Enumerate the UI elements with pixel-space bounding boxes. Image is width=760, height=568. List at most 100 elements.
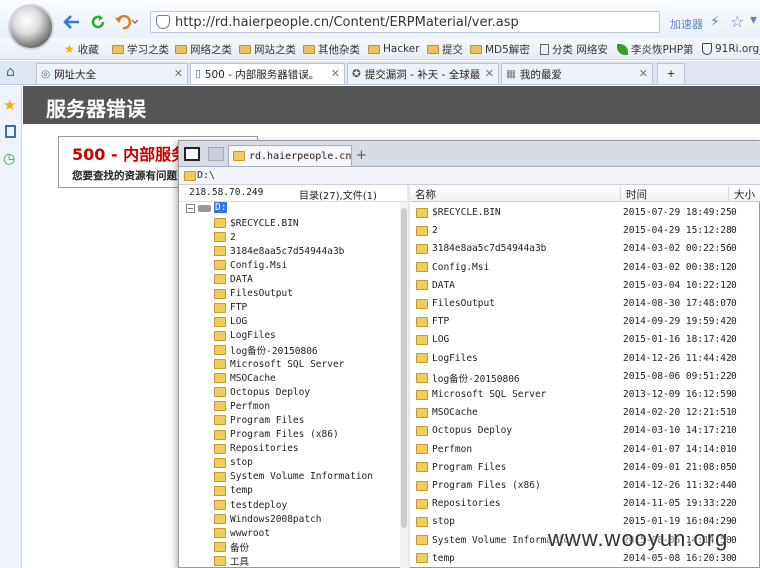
close-icon[interactable]: ✕ bbox=[174, 67, 183, 80]
tree-item[interactable]: Windows2008patch bbox=[214, 512, 322, 526]
bookmark-folder[interactable]: 其他杂类 bbox=[303, 41, 360, 57]
tree-item[interactable]: FTP bbox=[214, 301, 247, 315]
file-time: 2014-01-07 14:14:01 bbox=[623, 443, 732, 455]
address-bar[interactable]: http://rd.haierpeople.cn/Content/ERPMate… bbox=[150, 11, 660, 33]
tree-item[interactable]: Program Files (x86) bbox=[214, 428, 339, 442]
file-size: 0 bbox=[731, 552, 737, 564]
file-row[interactable]: Octopus Deploy 2014-03-10 14:17:21 0 bbox=[414, 422, 760, 440]
file-row[interactable]: Repositories 2014-11-05 19:33:22 0 bbox=[414, 495, 760, 513]
undo-button[interactable] bbox=[112, 10, 140, 34]
tree-item[interactable]: Program Files bbox=[214, 413, 304, 427]
tree-item[interactable]: Repositories bbox=[214, 442, 299, 456]
bookmark-link[interactable]: 李炎恢PHP第 bbox=[617, 41, 694, 57]
avatar[interactable] bbox=[8, 4, 54, 50]
file-row[interactable]: Perfmon 2014-01-07 14:14:01 0 bbox=[414, 441, 760, 459]
file-time: 2014-09-29 19:59:42 bbox=[623, 316, 732, 328]
scrollbar-thumb[interactable] bbox=[401, 208, 407, 528]
tree-root[interactable]: D: bbox=[214, 202, 228, 213]
tab-submit-bug[interactable]: ✪ 提交漏洞 - 补天 - 全球最 ✕ bbox=[347, 63, 499, 84]
tree-item[interactable]: stop bbox=[214, 456, 253, 470]
tab-500-error[interactable]: ▯ 500 - 内部服务器错误。 ✕ bbox=[190, 63, 345, 84]
file-row[interactable]: log备份-20150806 2015-08-06 09:51:22 0 bbox=[414, 368, 760, 386]
file-row[interactable]: LOG 2015-01-16 18:17:42 0 bbox=[414, 331, 760, 349]
tab-websites[interactable]: ◎ 网址大全 ✕ bbox=[36, 63, 188, 84]
reader-icon[interactable] bbox=[5, 125, 16, 138]
tree-item[interactable]: 2 bbox=[214, 230, 236, 244]
tree-item[interactable]: wwwroot bbox=[214, 526, 270, 540]
history-clock-icon[interactable]: ◷ bbox=[3, 151, 15, 167]
tree-item[interactable]: testdeploy bbox=[214, 498, 287, 512]
file-name-cell: MSOCache bbox=[416, 407, 478, 418]
file-name-cell: FilesOutput bbox=[416, 298, 495, 309]
file-row[interactable]: 2 2015-04-29 15:12:28 0 bbox=[414, 222, 760, 240]
favorites-star-icon[interactable]: ★ bbox=[3, 96, 16, 114]
window-icon[interactable] bbox=[184, 147, 200, 161]
bookmark-favorites[interactable]: ★ 收藏 bbox=[64, 41, 99, 57]
bookmark-folder[interactable]: 提交 bbox=[427, 41, 463, 57]
file-row[interactable]: 3184e8aa5c7d54944a3b 2014-03-02 00:22:56 0 bbox=[414, 240, 760, 258]
error-code: 500 - 内部服务 bbox=[72, 145, 188, 164]
file-manager-tab[interactable]: rd.haierpeople.cn bbox=[228, 145, 352, 166]
close-icon[interactable]: ✕ bbox=[485, 67, 494, 80]
path-bar[interactable]: D:\ bbox=[179, 167, 760, 185]
tab-favorites[interactable]: ▦ 我的最爱 ✕ bbox=[501, 63, 653, 84]
lightning-icon[interactable]: ⚡ bbox=[710, 14, 720, 30]
tree-item[interactable]: 工具 bbox=[214, 554, 249, 568]
folder-icon bbox=[214, 542, 226, 553]
bookmark-folder[interactable]: 网络之类 bbox=[175, 41, 232, 57]
new-tab-button[interactable]: + bbox=[657, 63, 685, 84]
file-row[interactable]: temp 2014-05-08 16:20:30 0 bbox=[414, 550, 760, 568]
file-row[interactable]: $RECYCLE.BIN 2015-07-29 18:49:25 0 bbox=[414, 204, 760, 222]
bookmark-folder[interactable]: 学习之类 bbox=[112, 41, 169, 57]
tree-item[interactable]: log备份-20150806 bbox=[214, 343, 318, 357]
star-outline-icon[interactable]: ☆ bbox=[730, 12, 744, 31]
new-tab-button[interactable]: + bbox=[356, 148, 367, 163]
file-row[interactable]: DATA 2015-03-04 10:22:12 0 bbox=[414, 277, 760, 295]
column-size[interactable]: 大小 bbox=[728, 187, 755, 202]
column-name[interactable]: 名称 bbox=[410, 187, 436, 202]
tree-item[interactable]: $RECYCLE.BIN bbox=[214, 216, 299, 230]
bookmark-folder[interactable]: MD5解密 bbox=[470, 41, 530, 57]
home-icon[interactable]: ⌂ bbox=[6, 64, 15, 80]
bookmark-folder[interactable]: 网站之类 bbox=[239, 41, 296, 57]
tree-item[interactable]: Perfmon bbox=[214, 399, 270, 413]
tree-item[interactable]: Microsoft SQL Server bbox=[214, 357, 344, 371]
file-row[interactable]: FTP 2014-09-29 19:59:42 0 bbox=[414, 313, 760, 331]
tree-item[interactable]: 备份 bbox=[214, 540, 249, 554]
tree-item[interactable]: Octopus Deploy bbox=[214, 385, 310, 399]
file-size: 0 bbox=[731, 334, 737, 346]
window-icon-inactive[interactable] bbox=[208, 147, 224, 161]
file-name: DATA bbox=[432, 279, 455, 291]
url-text[interactable]: http://rd.haierpeople.cn/Content/ERPMate… bbox=[175, 15, 519, 30]
tree-item[interactable]: 3184e8aa5c7d54944a3b bbox=[214, 244, 344, 258]
back-button[interactable] bbox=[60, 10, 84, 34]
close-icon[interactable]: ✕ bbox=[639, 67, 648, 80]
file-row[interactable]: Config.Msi 2014-03-02 00:38:12 0 bbox=[414, 259, 760, 277]
tree-item[interactable]: Config.Msi bbox=[214, 258, 287, 272]
refresh-button[interactable] bbox=[86, 10, 110, 34]
tree-item[interactable]: MSOCache bbox=[214, 371, 276, 385]
file-row[interactable]: LogFiles 2014-12-26 11:44:42 0 bbox=[414, 350, 760, 368]
bookmark-link[interactable]: 分类 网络安 bbox=[540, 41, 608, 57]
file-row[interactable]: MSOCache 2014-02-20 12:21:51 0 bbox=[414, 404, 760, 422]
accelerator-button[interactable]: 加速器 bbox=[670, 16, 703, 32]
menu-icon[interactable]: ▾ bbox=[750, 12, 757, 28]
tree-item[interactable]: DATA bbox=[214, 272, 253, 286]
bookmark-folder[interactable]: Hacker bbox=[368, 41, 420, 57]
bookmark-link[interactable]: 91Ri.org_ bbox=[702, 41, 760, 57]
file-row[interactable]: Microsoft SQL Server 2013-12-09 16:12:59 0 bbox=[414, 386, 760, 404]
tree-item[interactable]: System Volume Information bbox=[214, 470, 373, 484]
close-icon[interactable]: ✕ bbox=[331, 67, 340, 80]
column-time[interactable]: 时间 bbox=[620, 187, 647, 202]
tree-item[interactable]: temp bbox=[214, 484, 253, 498]
collapse-icon[interactable]: − bbox=[186, 204, 195, 213]
file-row[interactable]: Program Files (x86) 2014-12-26 11:32:44 0 bbox=[414, 477, 760, 495]
tree-item[interactable]: LogFiles bbox=[214, 329, 276, 343]
file-name: Program Files bbox=[432, 461, 507, 473]
file-row[interactable]: FilesOutput 2014-08-30 17:48:07 0 bbox=[414, 295, 760, 313]
tab-label: 提交漏洞 - 补天 - 全球最 bbox=[364, 68, 481, 81]
tree-item[interactable]: FilesOutput bbox=[214, 287, 293, 301]
tree-item[interactable]: LOG bbox=[214, 315, 247, 329]
folder-icon bbox=[416, 480, 428, 491]
file-row[interactable]: Program Files 2014-09-01 21:08:05 0 bbox=[414, 459, 760, 477]
